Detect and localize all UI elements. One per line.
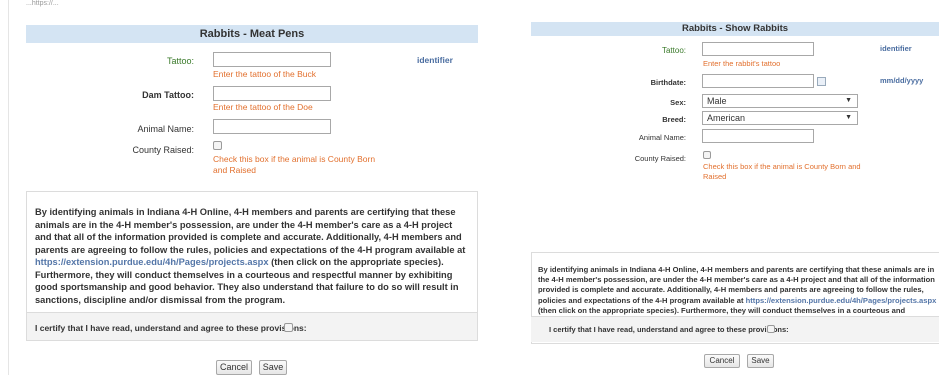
show-breed-value: American (707, 113, 746, 123)
meat-tattoo-label: Tattoo: (166, 56, 194, 66)
meat-tattoo-identifier: identifier (417, 55, 453, 65)
show-breed-label: Breed: (662, 115, 686, 124)
meat-animal-name-input[interactable] (213, 119, 331, 134)
meat-save-button[interactable]: Save (259, 360, 287, 375)
show-animal-name-label: Animal Name: (638, 133, 686, 142)
show-breed-select[interactable]: American ▼ (702, 111, 858, 125)
meat-cancel-button[interactable]: Cancel (216, 360, 252, 375)
meat-terms-box: By identifying animals in Indiana 4-H On… (26, 191, 478, 341)
meat-tattoo-input[interactable] (213, 52, 331, 67)
show-animal-name-input[interactable] (702, 129, 814, 143)
show-county-raised-label: County Raised: (634, 154, 686, 163)
chevron-down-icon: ▼ (845, 97, 852, 104)
show-certify-checkbox[interactable] (767, 325, 775, 333)
show-save-button[interactable]: Save (747, 354, 774, 368)
meat-county-raised-hint: Check this box if the animal is County B… (213, 154, 376, 175)
chevron-down-icon: ▼ (845, 114, 852, 121)
meat-certify-label: I certify that I have read, understand a… (35, 323, 307, 333)
show-tattoo-input[interactable] (702, 42, 814, 56)
show-sex-select[interactable]: Male ▼ (702, 94, 858, 108)
meat-animal-name-label: Animal Name: (137, 124, 194, 134)
meat-dam-tattoo-label: Dam Tattoo: (142, 90, 194, 100)
meat-terms-text: By identifying animals in Indiana 4-H On… (35, 206, 471, 306)
meat-terms-link[interactable]: https://extension.purdue.edu/4h/Pages/pr… (35, 257, 269, 267)
calendar-icon[interactable] (817, 77, 826, 86)
show-county-raised-checkbox[interactable] (703, 151, 711, 159)
show-birthdate-input[interactable] (702, 74, 814, 88)
meat-terms-text-a: By identifying animals in Indiana 4-H On… (35, 207, 466, 255)
meat-certify-row: I certify that I have read, understand a… (27, 312, 477, 340)
show-birthdate-format: mm/dd/yyyy (880, 76, 924, 85)
show-certify-row: I certify that I have read, understand a… (531, 316, 939, 342)
meat-county-raised-checkbox[interactable] (213, 141, 222, 150)
show-birthdate-label: Birthdate: (650, 78, 686, 87)
show-sex-label: Sex: (670, 98, 686, 107)
meat-dam-tattoo-hint: Enter the tattoo of the Doe (213, 102, 313, 112)
meat-dam-tattoo-input[interactable] (213, 86, 331, 101)
show-certify-label: I certify that I have read, understand a… (549, 325, 789, 334)
show-cancel-button[interactable]: Cancel (704, 354, 740, 368)
show-county-raised-hint: Check this box if the animal is County B… (703, 162, 861, 181)
left-divider (8, 0, 9, 375)
show-panel-title: Rabbits - Show Rabbits (531, 22, 939, 36)
show-tattoo-hint: Enter the rabbit's tattoo (703, 59, 781, 68)
meat-certify-checkbox[interactable] (284, 323, 293, 332)
show-tattoo-identifier: identifier (880, 44, 912, 53)
top-url-fragment: ...https://... (26, 0, 59, 7)
meat-county-raised-label: County Raised: (132, 145, 194, 155)
meat-tattoo-hint: Enter the tattoo of the Buck (213, 69, 317, 79)
show-terms-link[interactable]: https://extension.purdue.edu/4h/Pages/pr… (746, 296, 937, 305)
show-tattoo-label: Tattoo: (661, 46, 686, 55)
meat-panel-title: Rabbits - Meat Pens (26, 25, 478, 43)
show-sex-value: Male (707, 96, 727, 106)
